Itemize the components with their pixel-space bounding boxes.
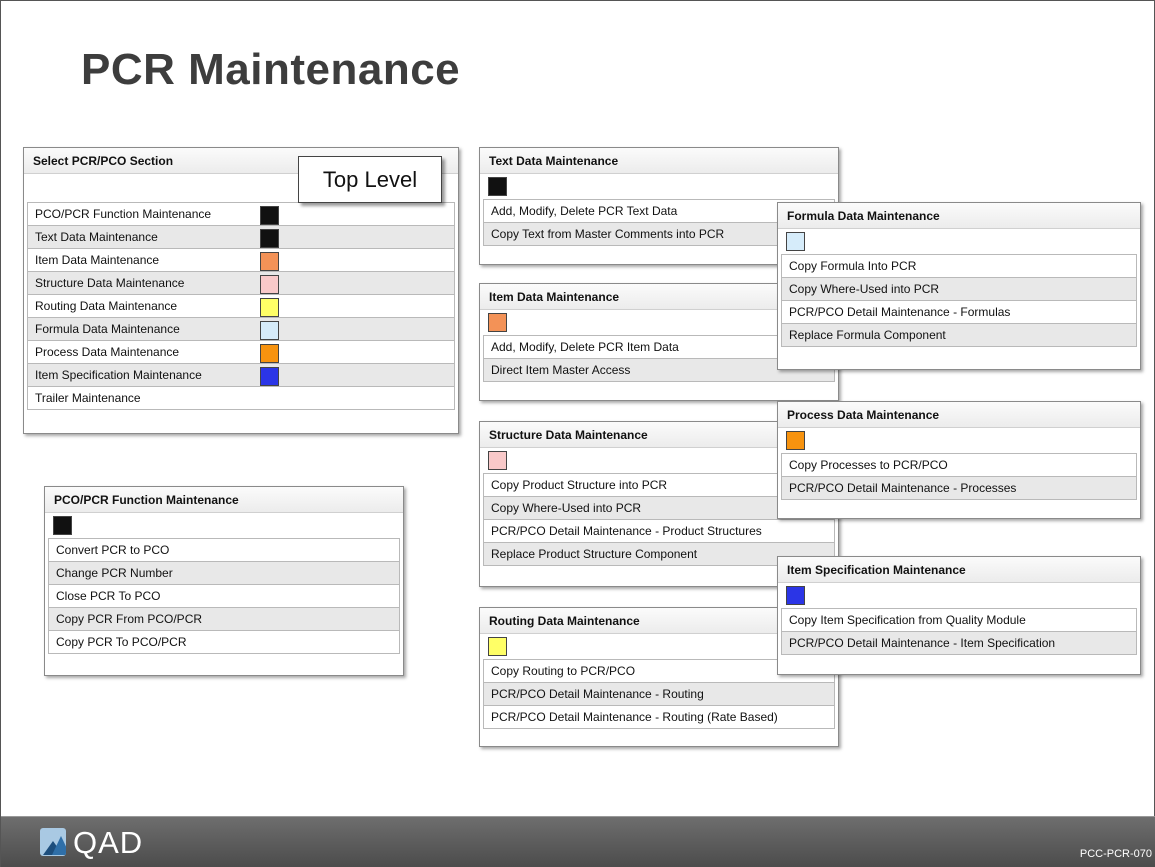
section-option-row[interactable]: Routing Data Maintenance — [27, 294, 455, 318]
qad-logo-icon — [40, 828, 66, 856]
section-option-row[interactable]: Process Data Maintenance — [27, 340, 455, 364]
menu-item-row[interactable]: PCR/PCO Detail Maintenance - Processes — [781, 476, 1137, 500]
item-spec-color-swatch — [786, 586, 805, 605]
menu-item-row[interactable]: PCR/PCO Detail Maintenance - Formulas — [781, 300, 1137, 324]
menu-item-row[interactable]: PCR/PCO Detail Maintenance - Item Specif… — [781, 631, 1137, 655]
menu-item-row[interactable]: Convert PCR to PCO — [48, 538, 400, 562]
section-option-row[interactable]: Item Data Maintenance — [27, 248, 455, 272]
function-color-swatch — [53, 516, 72, 535]
item-color-swatch — [488, 313, 507, 332]
menu-item-row[interactable]: Close PCR To PCO — [48, 584, 400, 608]
process-color-swatch — [786, 431, 805, 450]
section-option-row[interactable]: Item Specification Maintenance — [27, 363, 455, 387]
section-color-swatch — [260, 229, 279, 248]
text-color-swatch — [488, 177, 507, 196]
section-option-label: Routing Data Maintenance — [35, 299, 178, 313]
formula-data-panel: Formula Data Maintenance Copy Formula In… — [777, 202, 1141, 370]
section-color-swatch — [260, 298, 279, 317]
menu-item-row[interactable]: Copy Where-Used into PCR — [781, 277, 1137, 301]
section-option-label: Text Data Maintenance — [35, 230, 158, 244]
routing-color-swatch — [488, 637, 507, 656]
section-color-swatch — [260, 344, 279, 363]
menu-item-row[interactable]: PCR/PCO Detail Maintenance - Routing — [483, 682, 835, 706]
section-option-row[interactable]: Trailer Maintenance — [27, 386, 455, 410]
section-option-row[interactable]: Formula Data Maintenance — [27, 317, 455, 341]
process-data-panel: Process Data Maintenance Copy Processes … — [777, 401, 1141, 519]
menu-item-row[interactable]: Change PCR Number — [48, 561, 400, 585]
process-data-header: Process Data Maintenance — [778, 402, 1140, 428]
structure-color-swatch — [488, 451, 507, 470]
slide-code: PCC-PCR-070 — [1079, 848, 1152, 860]
function-maintenance-panel: PCO/PCR Function Maintenance Convert PCR… — [44, 486, 404, 676]
menu-item-row[interactable]: PCR/PCO Detail Maintenance - Routing (Ra… — [483, 705, 835, 729]
section-option-label: Item Specification Maintenance — [35, 368, 202, 382]
qad-logo-text: QAD — [73, 825, 144, 860]
section-option-label: Item Data Maintenance — [35, 253, 160, 267]
menu-item-row[interactable]: Replace Formula Component — [781, 323, 1137, 347]
section-color-swatch — [260, 252, 279, 271]
function-maintenance-header: PCO/PCR Function Maintenance — [45, 487, 403, 513]
footer-bar: QAD PCC-PCR-070 — [1, 816, 1155, 867]
text-data-header: Text Data Maintenance — [480, 148, 838, 174]
formula-data-header: Formula Data Maintenance — [778, 203, 1140, 229]
section-color-swatch — [260, 275, 279, 294]
section-option-label: Process Data Maintenance — [35, 345, 180, 359]
section-color-swatch — [260, 367, 279, 386]
section-option-row[interactable]: Text Data Maintenance — [27, 225, 455, 249]
section-option-label: Trailer Maintenance — [35, 391, 141, 405]
item-spec-header: Item Specification Maintenance — [778, 557, 1140, 583]
formula-color-swatch — [786, 232, 805, 251]
top-level-callout: Top Level — [298, 156, 442, 203]
item-spec-panel: Item Specification Maintenance Copy Item… — [777, 556, 1141, 675]
section-option-label: Formula Data Maintenance — [35, 322, 180, 336]
slide-title: PCR Maintenance — [81, 45, 461, 94]
section-color-swatch — [260, 206, 279, 225]
menu-item-row[interactable]: Copy Processes to PCR/PCO — [781, 453, 1137, 477]
menu-item-row[interactable]: Copy Item Specification from Quality Mod… — [781, 608, 1137, 632]
section-option-row[interactable]: Structure Data Maintenance — [27, 271, 455, 295]
menu-item-row[interactable]: Copy PCR To PCO/PCR — [48, 630, 400, 654]
slide: PCR Maintenance Select PCR/PCO Section P… — [0, 0, 1155, 867]
section-option-label: Structure Data Maintenance — [35, 276, 185, 290]
section-option-label: PCO/PCR Function Maintenance — [35, 207, 212, 221]
section-color-swatch — [260, 321, 279, 340]
section-option-row[interactable]: PCO/PCR Function Maintenance — [27, 202, 455, 226]
menu-item-row[interactable]: Copy Formula Into PCR — [781, 254, 1137, 278]
menu-item-row[interactable]: Copy PCR From PCO/PCR — [48, 607, 400, 631]
menu-item-row[interactable]: PCR/PCO Detail Maintenance - Product Str… — [483, 519, 835, 543]
